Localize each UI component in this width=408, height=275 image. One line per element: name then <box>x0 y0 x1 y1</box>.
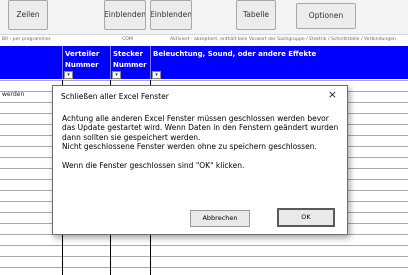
options-button[interactable]: Optionen <box>296 3 356 29</box>
show-rows-button[interactable]: Zeilen <box>8 0 48 30</box>
show-columns-label-2: Einblenden <box>150 10 192 19</box>
grid-cell[interactable]: werden <box>2 91 24 98</box>
info-strip: Bit - per programmer COM Aktiviert - akz… <box>0 36 408 45</box>
show-columns-label-1: Einblenden <box>104 10 146 19</box>
show-columns-button-1[interactable]: Einblenden <box>104 0 146 30</box>
header-stecker-line1: Stecker <box>113 50 143 58</box>
header-effekte: Beleuchtung, Sound, oder andere Effekte <box>150 46 408 79</box>
filter-dropdown-icon[interactable]: ▾ <box>64 71 73 79</box>
delete-table-button[interactable]: Tabelle <box>236 0 276 30</box>
header-stecker-line2: Nummer <box>113 61 147 69</box>
strip-right-text: Aktiviert - akzeptiert, enthält kein Vor… <box>170 37 396 42</box>
ribbon-toolbar: Zeilen Einblenden Einblenden Tabelle Opt… <box>0 0 408 35</box>
close-excel-windows-dialog: Schließen aller Excel Fenster × Achtung … <box>52 85 348 235</box>
header-effekte-label: Beleuchtung, Sound, oder andere Effekte <box>153 50 317 58</box>
filter-dropdown-icon[interactable]: ▾ <box>112 71 121 79</box>
filter-dropdown-icon[interactable]: ▾ <box>152 71 161 79</box>
dialog-title: Schließen aller Excel Fenster <box>61 92 169 101</box>
strip-left-text: Bit - per programmer <box>2 37 51 42</box>
close-icon[interactable]: × <box>328 89 337 101</box>
ok-button[interactable]: OK <box>277 208 335 227</box>
show-rows-label: Zeilen <box>16 10 40 19</box>
show-columns-button-2[interactable]: Einblenden <box>150 0 192 30</box>
dialog-message: Achtung alle anderen Excel Fenster müsse… <box>62 114 344 170</box>
options-label: Optionen <box>308 11 344 20</box>
delete-table-label: Tabelle <box>242 10 270 19</box>
column-header-row: Verteiler Nummer Stecker Nummer Beleucht… <box>0 46 408 79</box>
strip-mid-text: COM <box>122 37 133 42</box>
header-verteiler-line2: Nummer <box>65 61 99 69</box>
dialog-paragraph: Achtung alle anderen Excel Fenster müsse… <box>62 114 339 142</box>
header-verteiler-line1: Verteiler <box>65 50 100 58</box>
cancel-button[interactable]: Abbrechen <box>190 210 250 227</box>
dialog-paragraph: Wenn die Fenster geschlossen sind "OK" k… <box>62 160 245 170</box>
dialog-paragraph: Nicht geschlossene Fenster werden ohne z… <box>62 142 317 152</box>
